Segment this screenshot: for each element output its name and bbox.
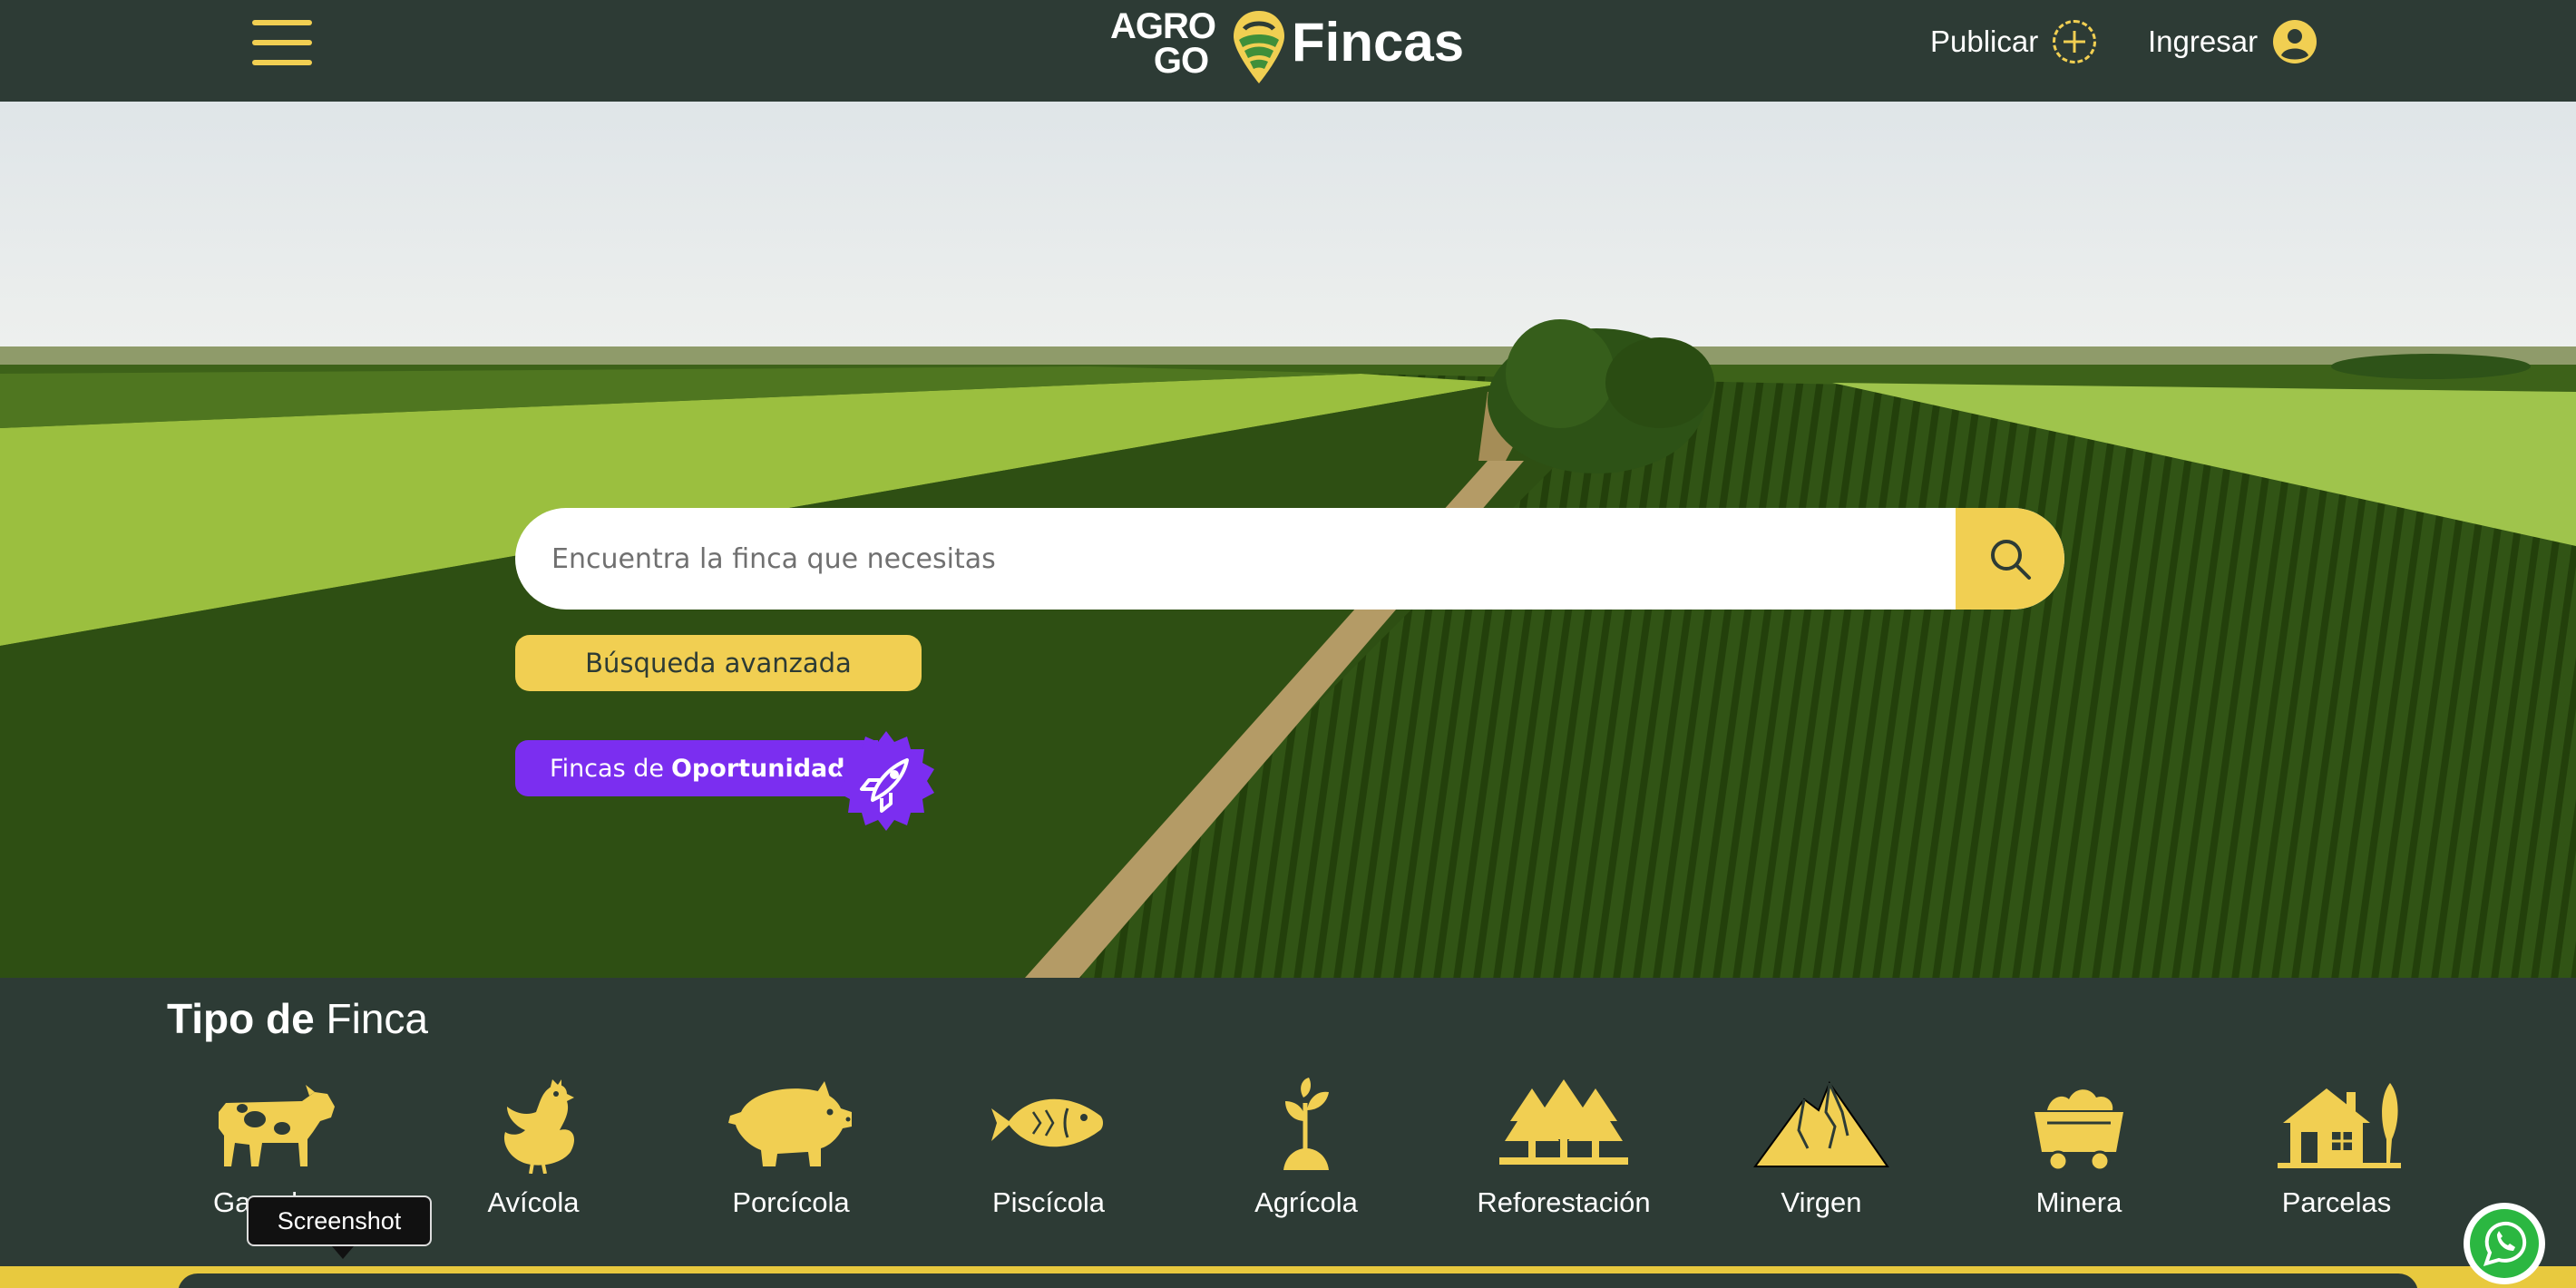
whatsapp-button[interactable]: [2464, 1203, 2545, 1284]
type-label: Avícola: [487, 1186, 580, 1218]
search-icon: [1991, 540, 2031, 580]
top-header: AGRO GO Fincas Publicar Ingresar: [0, 0, 2576, 102]
search-bar: [515, 508, 2064, 610]
type-label: Porcícola: [732, 1186, 850, 1218]
bottom-panel-edge: [178, 1273, 2418, 1288]
type-label: Virgen: [1781, 1186, 1862, 1218]
publicar-button[interactable]: Publicar: [1930, 16, 2097, 67]
tipo-finca-title-bold: Tipo de: [167, 995, 315, 1042]
plus-circle-icon: [2053, 20, 2097, 63]
search-button[interactable]: [1956, 508, 2064, 610]
type-label: Minera: [2035, 1186, 2122, 1218]
tipo-finca-title-regular: Finca: [326, 995, 428, 1042]
trees-icon: [1499, 1079, 1628, 1165]
agrogo-fincas-logo[interactable]: AGRO GO Fincas: [1096, 5, 1477, 85]
rocket-badge-icon: [838, 731, 934, 831]
type-reforestacion[interactable]: Reforestación: [1455, 1076, 1673, 1230]
ingresar-label: Ingresar: [2148, 24, 2259, 58]
opportunity-label: Fincas de Oportunidad: [515, 740, 878, 796]
hero-banner: Búsqueda avanzada Fincas de Oportunidad: [0, 102, 2576, 978]
mine-cart-icon: [2034, 1089, 2123, 1172]
type-agricola[interactable]: Agrícola: [1197, 1076, 1415, 1230]
menu-icon[interactable]: [252, 18, 314, 69]
tipo-finca-title: Tipo de Finca: [167, 994, 428, 1043]
location-pin-icon: [1234, 11, 1284, 83]
type-label: Piscícola: [991, 1186, 1106, 1218]
type-label: Reforestación: [1477, 1186, 1651, 1218]
type-avicola[interactable]: Avícola: [424, 1076, 642, 1230]
logo-agro-line2: GO: [1153, 41, 1209, 81]
search-input[interactable]: [551, 508, 1912, 610]
user-icon: [2273, 20, 2317, 63]
logo-fincas-text: Fincas: [1292, 12, 1465, 73]
type-virgen[interactable]: Virgen: [1712, 1076, 1930, 1230]
logo-agro-text: AGRO GO: [1099, 8, 1226, 81]
opportunity-prefix: Fincas de: [550, 754, 664, 783]
chicken-icon: [503, 1079, 574, 1174]
mountain-icon: [1753, 1080, 1889, 1167]
screenshot-tooltip: Screenshot: [247, 1195, 432, 1259]
advanced-search-button[interactable]: Búsqueda avanzada: [515, 635, 922, 691]
type-minera[interactable]: Minera: [1970, 1076, 2188, 1230]
cow-icon: [219, 1085, 335, 1166]
pig-icon: [728, 1081, 852, 1166]
opportunity-bold: Oportunidad: [670, 754, 845, 783]
type-label: Agrícola: [1254, 1186, 1358, 1218]
finca-type-list: Ganadera Avícola Porcícola: [167, 1076, 2453, 1230]
type-porcicola[interactable]: Porcícola: [682, 1076, 900, 1230]
type-piscicola[interactable]: Piscícola: [940, 1076, 1157, 1230]
opportunity-farms-button[interactable]: Fincas de Oportunidad: [515, 729, 940, 831]
ingresar-button[interactable]: Ingresar: [2148, 16, 2317, 67]
house-icon: [2278, 1083, 2401, 1168]
type-parcelas[interactable]: Parcelas: [2228, 1076, 2445, 1230]
whatsapp-icon: [2470, 1209, 2539, 1278]
publicar-label: Publicar: [1930, 24, 2039, 58]
sprout-icon: [1283, 1078, 1329, 1170]
type-label: Parcelas: [2281, 1186, 2392, 1218]
fish-icon: [991, 1098, 1103, 1147]
